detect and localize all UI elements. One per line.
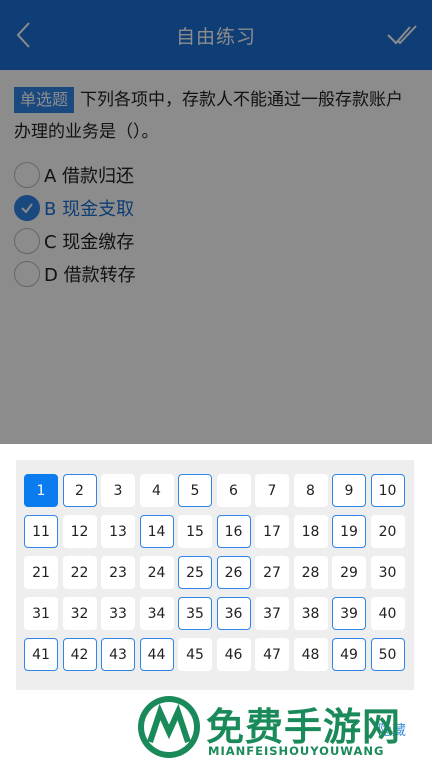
question-number-48[interactable]: 48 <box>293 638 328 671</box>
question-number-5[interactable]: 5 <box>178 474 212 507</box>
question-number-40[interactable]: 40 <box>370 597 405 630</box>
question-number-50[interactable]: 50 <box>370 638 405 671</box>
question-number-49[interactable]: 49 <box>332 638 366 671</box>
question-number-23[interactable]: 23 <box>101 556 135 589</box>
question-number-12[interactable]: 12 <box>62 515 97 548</box>
question-number-18[interactable]: 18 <box>293 515 328 548</box>
question-number-24[interactable]: 24 <box>139 556 174 589</box>
question-number-37[interactable]: 37 <box>255 597 289 630</box>
question-number-36[interactable]: 36 <box>216 597 251 630</box>
watermark-subtitle: MIANFEISHOUYOUWANG <box>208 744 385 758</box>
question-number-44[interactable]: 44 <box>139 638 174 671</box>
question-number-46[interactable]: 46 <box>216 638 251 671</box>
question-number-19[interactable]: 19 <box>332 515 366 548</box>
question-number-16[interactable]: 16 <box>216 515 251 548</box>
question-number-4[interactable]: 4 <box>139 474 174 507</box>
question-number-9[interactable]: 9 <box>332 474 366 507</box>
question-number-38[interactable]: 38 <box>293 597 328 630</box>
answer-sheet-grid-area: 1 2 3 4 5 6 7 8 9 10 11 12 13 14 15 16 17 18 19 20 21 22 23 24 2… <box>16 460 414 690</box>
question-number-20[interactable]: 20 <box>370 515 405 548</box>
question-number-42[interactable]: 42 <box>62 638 97 671</box>
watermark-logo-icon <box>138 696 200 758</box>
dim-overlay[interactable] <box>0 0 432 444</box>
question-number-11[interactable]: 11 <box>24 515 58 548</box>
question-number-22[interactable]: 22 <box>62 556 97 589</box>
question-number-17[interactable]: 17 <box>255 515 289 548</box>
watermark-title: 免费手游网 <box>206 705 402 749</box>
question-number-3[interactable]: 3 <box>101 474 135 507</box>
question-number-29[interactable]: 29 <box>332 556 366 589</box>
question-number-32[interactable]: 32 <box>62 597 97 630</box>
question-number-13[interactable]: 13 <box>101 515 135 548</box>
question-number-28[interactable]: 28 <box>293 556 328 589</box>
question-number-1[interactable]: 1 <box>24 474 58 507</box>
question-number-27[interactable]: 27 <box>255 556 289 589</box>
question-number-30[interactable]: 30 <box>370 556 405 589</box>
watermark: 免费手游网 MIANFEISHOUYOUWANG <box>134 694 432 768</box>
question-number-10[interactable]: 10 <box>370 474 405 507</box>
question-number-47[interactable]: 47 <box>255 638 289 671</box>
question-number-31[interactable]: 31 <box>24 597 58 630</box>
question-number-7[interactable]: 7 <box>255 474 289 507</box>
question-number-14[interactable]: 14 <box>139 515 174 548</box>
question-number-26[interactable]: 26 <box>216 556 251 589</box>
question-number-8[interactable]: 8 <box>293 474 328 507</box>
question-number-grid: 1 2 3 4 5 6 7 8 9 10 11 12 13 14 15 16 17 18 19 20 21 22 23 24 2… <box>24 474 405 671</box>
question-number-21[interactable]: 21 <box>24 556 58 589</box>
question-number-45[interactable]: 45 <box>178 638 212 671</box>
question-number-43[interactable]: 43 <box>101 638 135 671</box>
question-number-35[interactable]: 35 <box>178 597 212 630</box>
question-number-41[interactable]: 41 <box>24 638 58 671</box>
question-number-39[interactable]: 39 <box>332 597 366 630</box>
question-number-15[interactable]: 15 <box>178 515 212 548</box>
question-number-2[interactable]: 2 <box>62 474 97 507</box>
question-number-25[interactable]: 25 <box>178 556 212 589</box>
question-number-6[interactable]: 6 <box>216 474 251 507</box>
question-number-33[interactable]: 33 <box>101 597 135 630</box>
question-number-34[interactable]: 34 <box>139 597 174 630</box>
